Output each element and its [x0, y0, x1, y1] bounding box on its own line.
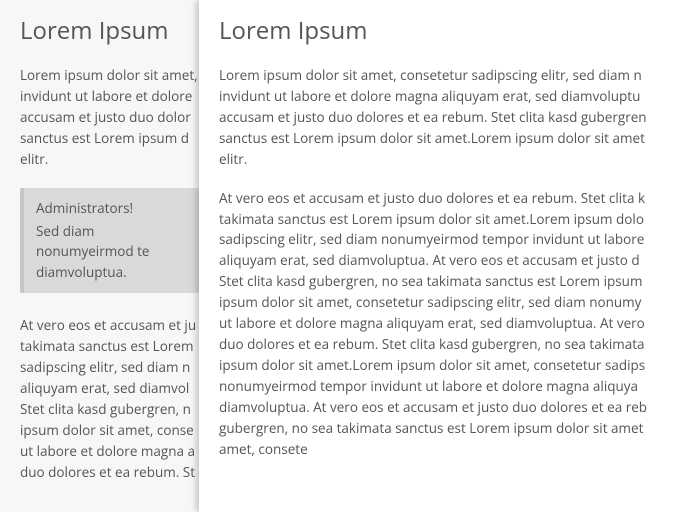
text-line: gubergren, no sea takimata sanctus est L…	[219, 418, 675, 439]
text-line: invidunt ut labore et dolore magna aliqu…	[219, 86, 675, 107]
text-line: amet, consete	[219, 439, 675, 460]
text-line: ut labore et dolore magna aliquyam erat,…	[219, 313, 675, 334]
text-line: takimata sanctus est Lorem	[20, 336, 199, 357]
text-line: diamvoluptua.	[36, 262, 187, 283]
text-line: Lorem ipsum dolor sit amet,	[20, 65, 199, 86]
left-paragraph-1: Lorem ipsum dolor sit amet, invidunt ut …	[20, 65, 199, 170]
text-line: sadipscing elitr, sed diam nonumyeirmod …	[219, 229, 675, 250]
notice-title: Administrators!	[36, 198, 187, 219]
text-line: ipsum dolor sit amet.Lorem ipsum dolor s…	[219, 355, 675, 376]
text-line: accusam et justo duo dolores et ea rebum…	[219, 107, 675, 128]
text-line: aliquyam erat, sed diamvoluptua. At vero…	[219, 250, 675, 271]
right-paragraph-1: Lorem ipsum dolor sit amet, consetetur s…	[219, 65, 675, 170]
notice-body: Sed diam nonumyeirmod te diamvoluptua.	[36, 221, 187, 284]
left-heading: Lorem Ipsum	[20, 14, 199, 47]
text-line: duo dolores et ea rebum. Stet clita kasd…	[219, 334, 675, 355]
text-line: elitr.	[20, 149, 199, 170]
text-line: Stet clita kasd gubergren, n	[20, 399, 199, 420]
text-line: Lorem ipsum dolor sit amet, consetetur s…	[219, 65, 675, 86]
text-line: ut labore et dolore magna a	[20, 441, 199, 462]
text-line: sanctus est Lorem ipsum dolor sit amet.L…	[219, 128, 675, 149]
right-panel: Lorem Ipsum Lorem ipsum dolor sit amet, …	[199, 0, 675, 512]
text-line: At vero eos et accusam et justo duo dolo…	[219, 188, 675, 209]
text-line: diamvoluptua. At vero eos et accusam et …	[219, 397, 675, 418]
text-line: aliquyam erat, sed diamvol	[20, 378, 199, 399]
right-paragraph-2: At vero eos et accusam et justo duo dolo…	[219, 188, 675, 460]
text-line: At vero eos et accusam et ju	[20, 315, 199, 336]
admin-notice: Administrators! Sed diam nonumyeirmod te…	[20, 188, 199, 294]
text-line: Sed diam nonumyeirmod te	[36, 221, 187, 263]
text-line: sadipscing elitr, sed diam n	[20, 357, 199, 378]
text-line: nonumyeirmod tempor invidunt ut labore e…	[219, 376, 675, 397]
right-heading: Lorem Ipsum	[219, 14, 675, 47]
text-line: duo dolores et ea rebum. St	[20, 462, 199, 483]
text-line: sanctus est Lorem ipsum d	[20, 128, 199, 149]
text-line: accusam et justo duo dolor	[20, 107, 199, 128]
text-line: elitr.	[219, 149, 675, 170]
left-paragraph-2: At vero eos et accusam et ju takimata sa…	[20, 315, 199, 482]
left-panel: Lorem Ipsum Lorem ipsum dolor sit amet, …	[0, 0, 199, 512]
text-line: ipsum dolor sit amet, consetetur sadipsc…	[219, 292, 675, 313]
text-line: invidunt ut labore et dolore	[20, 86, 199, 107]
text-line: Stet clita kasd gubergren, no sea takima…	[219, 271, 675, 292]
text-line: takimata sanctus est Lorem ipsum dolor s…	[219, 209, 675, 230]
text-line: ipsum dolor sit amet, conse	[20, 420, 199, 441]
